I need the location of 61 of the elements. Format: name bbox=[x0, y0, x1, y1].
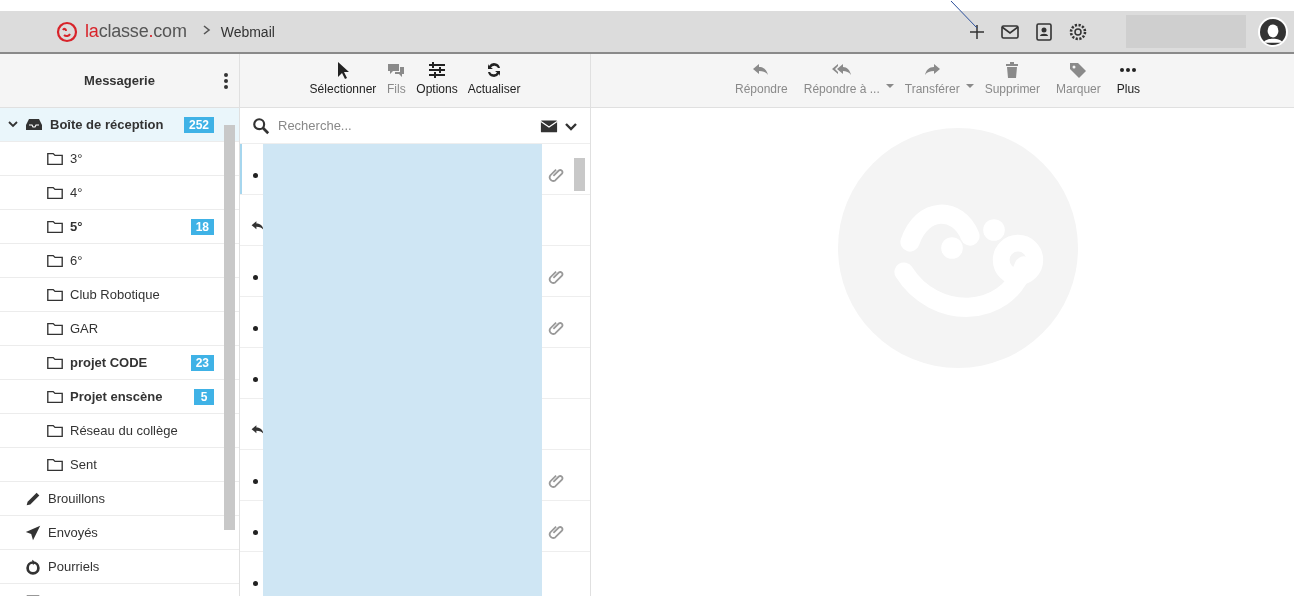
search-icon bbox=[252, 116, 270, 135]
unread-dot bbox=[253, 580, 258, 586]
contact-card-icon bbox=[1034, 21, 1054, 42]
folder-label: GAR bbox=[70, 321, 99, 336]
breadcrumb[interactable]: Webmail bbox=[220, 23, 275, 40]
logo-text: . bbox=[148, 21, 154, 41]
toolbar-button[interactable]: Plus bbox=[1111, 60, 1146, 100]
folder-label: 4° bbox=[70, 185, 83, 200]
unread-count: 18 bbox=[190, 218, 214, 235]
toolbar-button[interactable]: Options bbox=[411, 60, 463, 100]
caret-icon bbox=[885, 84, 894, 88]
toolbar-button[interactable]: Sélectionner bbox=[304, 60, 382, 100]
folder-label: projet CODE bbox=[70, 355, 148, 370]
paper-plane-icon bbox=[24, 523, 42, 542]
unread-dot bbox=[253, 478, 258, 484]
folder-item[interactable]: Boîte de réception 252 bbox=[0, 108, 239, 142]
paperclip-icon bbox=[548, 268, 566, 286]
folder-label: 6° bbox=[70, 253, 83, 268]
plus-icon bbox=[968, 22, 986, 41]
unread-dot bbox=[253, 172, 258, 178]
chevron-icon bbox=[8, 119, 18, 130]
folder-label: Sent bbox=[70, 457, 97, 472]
unread-count: 23 bbox=[190, 354, 214, 371]
scrollbar[interactable] bbox=[574, 158, 585, 191]
toolbar-button[interactable]: Actualiser bbox=[462, 60, 526, 100]
folder-label: Projet enscène bbox=[70, 389, 163, 404]
folder-label: Brouillons bbox=[48, 491, 106, 506]
folder-item[interactable]: Pourriels bbox=[0, 550, 239, 584]
unread-dot bbox=[253, 529, 258, 535]
folder-label: 3° bbox=[70, 151, 83, 166]
folder-label: Pourriels bbox=[48, 559, 100, 574]
logo-icon bbox=[55, 19, 79, 44]
leader-line bbox=[950, 0, 980, 30]
unread-dot bbox=[253, 376, 258, 382]
folder-label: Envoyés bbox=[48, 525, 98, 540]
logo-text: la bbox=[85, 21, 99, 41]
unread-count: 252 bbox=[183, 116, 214, 133]
paperclip-icon bbox=[548, 319, 566, 337]
avatar-icon bbox=[1260, 18, 1286, 45]
caret-icon bbox=[965, 84, 974, 88]
paperclip-icon bbox=[548, 472, 566, 490]
settings-icon bbox=[1068, 21, 1088, 42]
unread-count: 5 bbox=[194, 388, 214, 405]
avatar[interactable] bbox=[1258, 16, 1288, 47]
logo-text: com bbox=[153, 21, 187, 41]
more-icon bbox=[1120, 68, 1137, 72]
paperclip-icon bbox=[548, 166, 566, 184]
paperclip-icon bbox=[548, 523, 566, 541]
logo-text: classe bbox=[98, 21, 149, 41]
folder-label: Club Robotique bbox=[70, 287, 160, 302]
search-field[interactable]: Recherche... bbox=[276, 117, 528, 134]
folder-label: 5° bbox=[70, 219, 83, 234]
folder-label: Réseau du collège bbox=[70, 423, 178, 438]
pane-title: Messagerie bbox=[84, 73, 155, 88]
scrollbar[interactable] bbox=[224, 125, 235, 530]
unread-dot bbox=[253, 274, 258, 280]
tag-icon bbox=[1068, 60, 1089, 80]
sliders-icon bbox=[427, 60, 447, 80]
unread-dot bbox=[253, 325, 258, 331]
kebab-menu-icon bbox=[223, 72, 229, 90]
folder-label: Boîte de réception bbox=[50, 117, 164, 132]
